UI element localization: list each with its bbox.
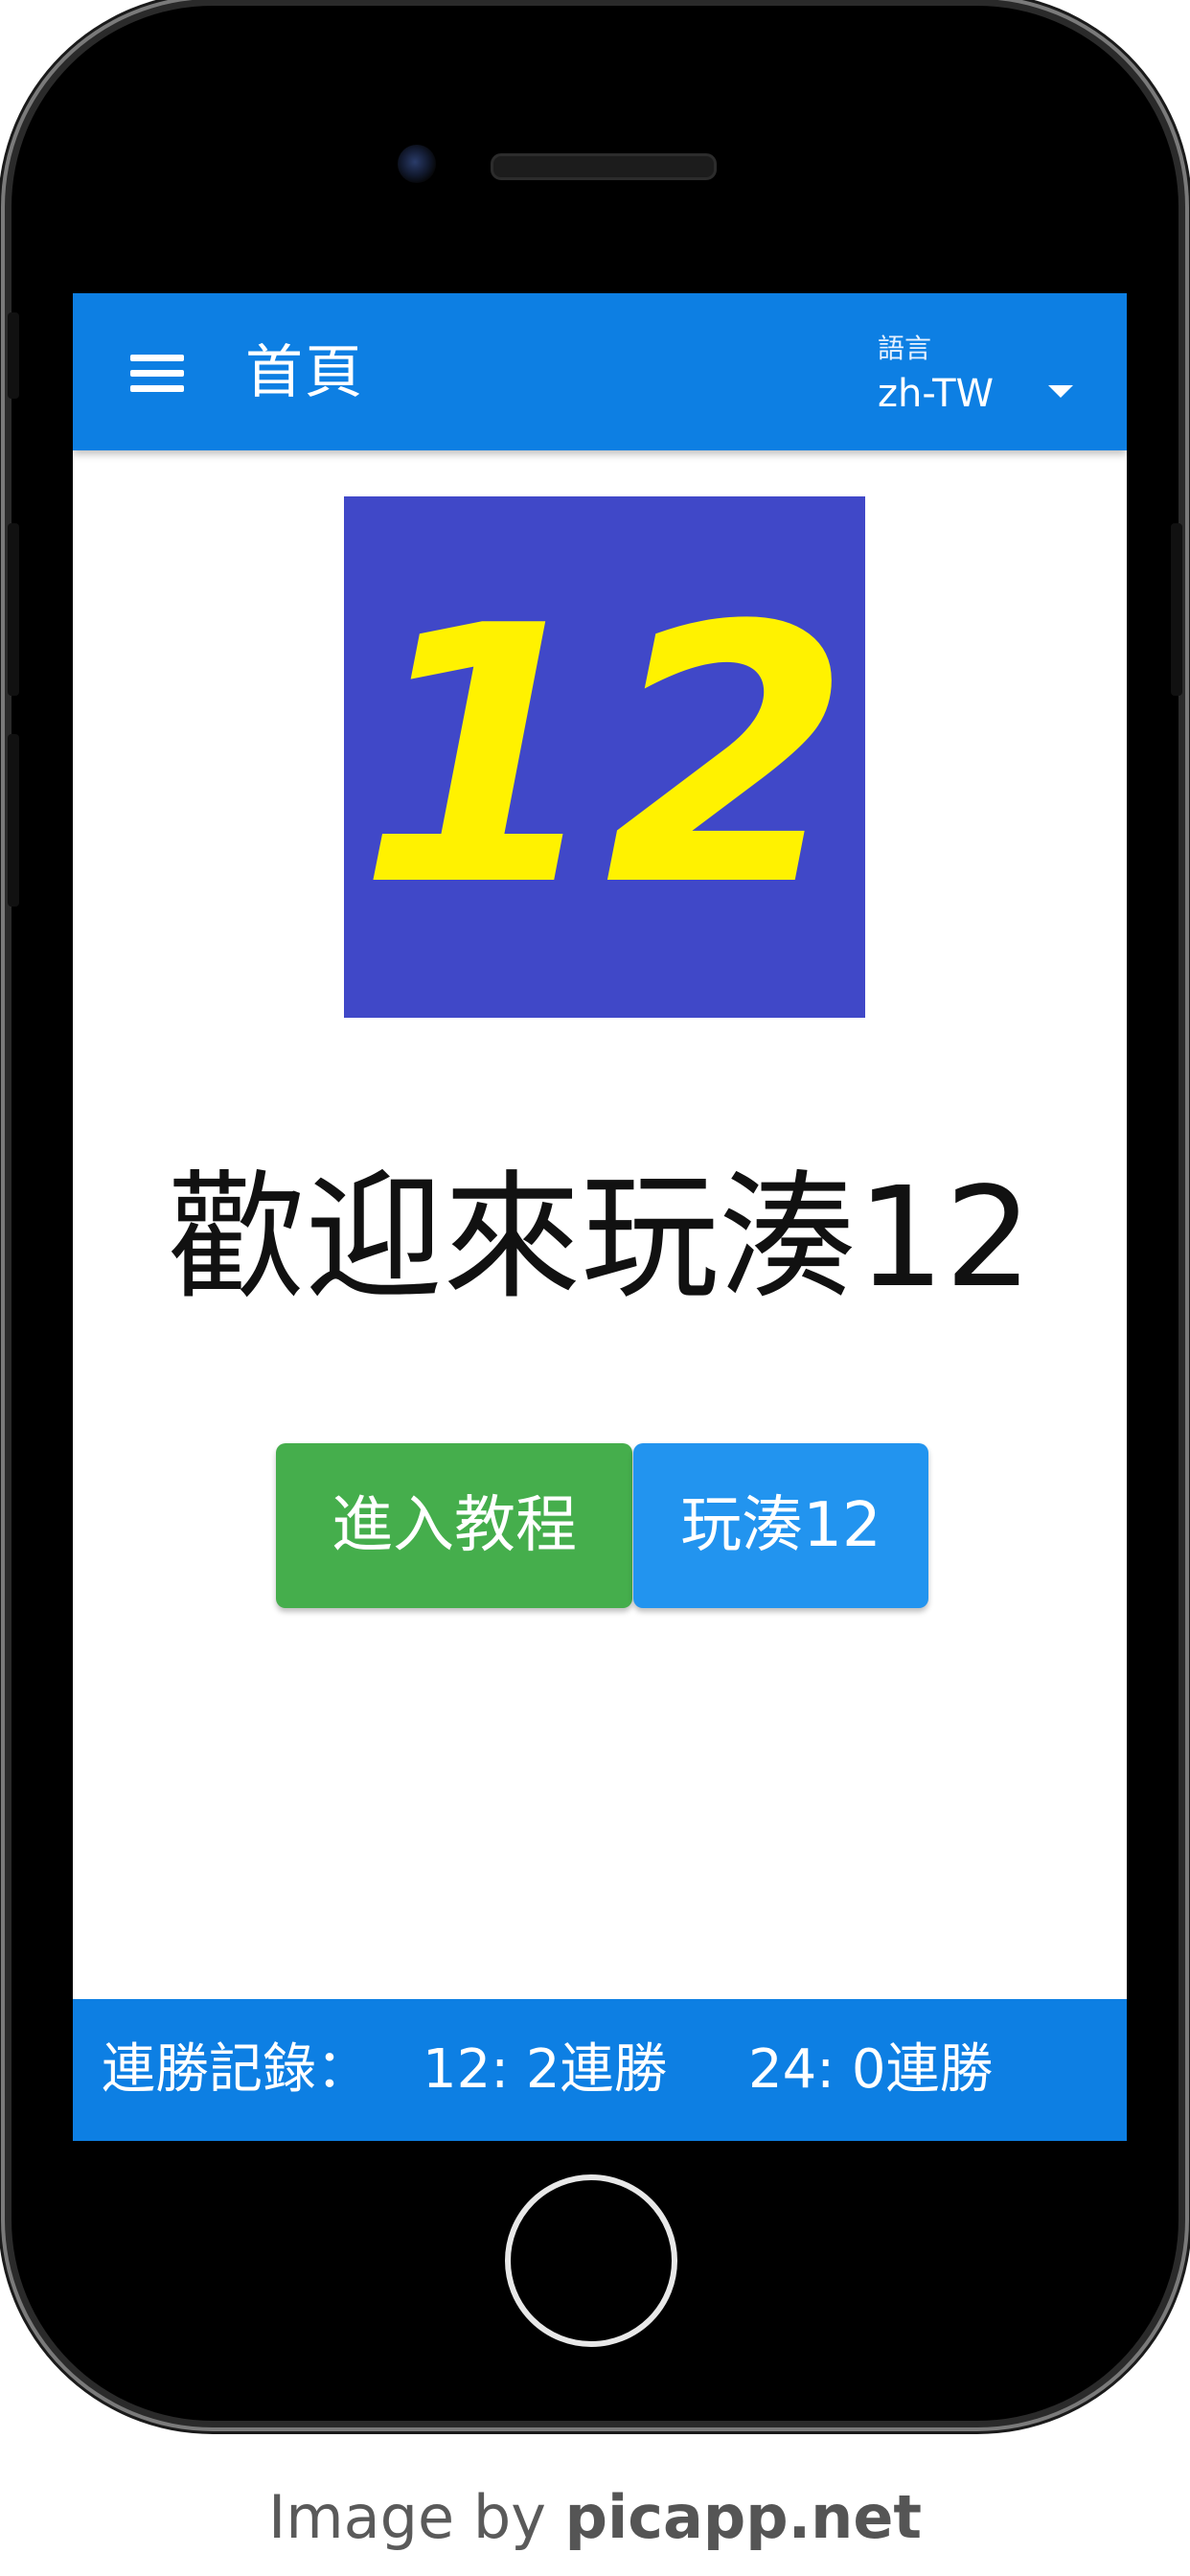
- credit-prefix: Image by: [267, 2482, 546, 2552]
- language-select[interactable]: 語言 zh-TW: [878, 316, 1098, 431]
- streak-24: 24: 0連勝: [748, 2038, 994, 2101]
- logo-text: 12: [358, 552, 852, 964]
- app-logo: 12: [344, 496, 865, 1018]
- power-button: [1171, 523, 1182, 696]
- app-bar: 首頁 語言 zh-TW: [73, 293, 1127, 450]
- language-select-value: zh-TW: [878, 372, 995, 416]
- front-camera: [398, 145, 436, 183]
- logo-graphic: 12: [358, 552, 852, 964]
- mute-switch: [8, 312, 19, 399]
- page-title: 首頁: [245, 339, 364, 406]
- earpiece-speaker: [491, 153, 717, 180]
- app-screen: 首頁 語言 zh-TW 12 歡迎來玩湊12 進入教程 玩湊12 連勝記錄： 1…: [73, 293, 1127, 2141]
- volume-up-button: [8, 523, 19, 696]
- hamburger-menu-icon[interactable]: [130, 355, 184, 393]
- welcome-heading: 歡迎來玩湊12: [167, 1157, 1033, 1318]
- phone-frame: 首頁 語言 zh-TW 12 歡迎來玩湊12 進入教程 玩湊12 連勝記錄： 1…: [8, 6, 1182, 2421]
- credit-site: picapp.net: [564, 2482, 923, 2552]
- image-credit: Image by picapp.net: [0, 2482, 1190, 2552]
- language-select-label: 語言: [878, 333, 932, 364]
- win-streak-label: 連勝記錄：: [102, 2038, 370, 2101]
- play-button[interactable]: 玩湊12: [633, 1443, 928, 1608]
- win-streak-bar: 連勝記錄： 12: 2連勝 24: 0連勝: [73, 1999, 1127, 2141]
- streak-12: 12: 2連勝: [423, 2038, 668, 2101]
- home-button[interactable]: [505, 2174, 677, 2347]
- caret-down-icon: [1048, 385, 1073, 398]
- volume-down-button: [8, 734, 19, 907]
- enter-tutorial-button[interactable]: 進入教程: [276, 1443, 632, 1608]
